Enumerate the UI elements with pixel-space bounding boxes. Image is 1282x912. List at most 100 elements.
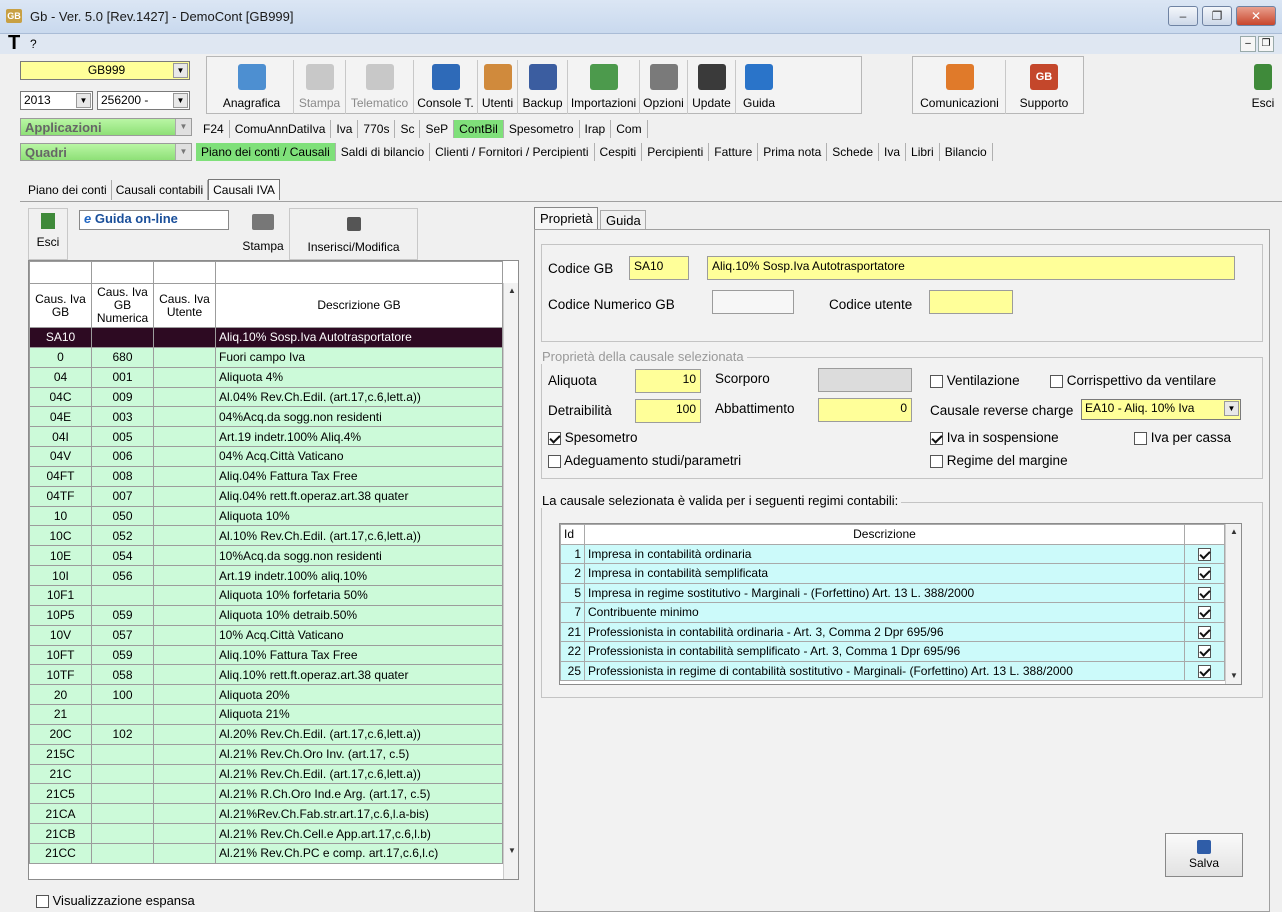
regimi-column-header[interactable] bbox=[1184, 524, 1225, 545]
column-header[interactable]: Descrizione GB bbox=[215, 283, 503, 328]
tab-piano-dei-conti[interactable]: Piano dei conti bbox=[24, 180, 112, 200]
quadro-clienti-fornitori-percipienti[interactable]: Clienti / Fornitori / Percipienti bbox=[430, 143, 595, 161]
app-770s[interactable]: 770s bbox=[358, 120, 396, 138]
aliquota-field[interactable]: 10 bbox=[635, 369, 701, 393]
table-row[interactable]: 04V 006 04% Acq.Città Vaticano bbox=[29, 446, 503, 467]
quadro-cespiti[interactable]: Cespiti bbox=[595, 143, 643, 161]
app-f24[interactable]: F24 bbox=[198, 120, 230, 138]
table-row[interactable]: 215C Al.21% Rev.Ch.Oro Inv. (art.17, c.5) bbox=[29, 743, 503, 765]
regime-row[interactable]: 1 Impresa in contabilità ordinaria bbox=[560, 543, 1225, 564]
quadro-saldi-di-bilancio[interactable]: Saldi di bilancio bbox=[336, 143, 431, 161]
supporto-button[interactable]: GB Supporto bbox=[1008, 60, 1080, 114]
close-button[interactable]: ✕ bbox=[1236, 6, 1276, 26]
quadri-select[interactable]: Quadri ▼ bbox=[20, 143, 192, 161]
update-button[interactable]: Update bbox=[688, 60, 736, 114]
telematico-button[interactable]: Telematico bbox=[346, 60, 414, 114]
tab-causali-contabili[interactable]: Causali contabili bbox=[112, 180, 209, 200]
quadro-piano-dei-conti-causali[interactable]: Piano dei conti / Causali bbox=[196, 143, 336, 161]
console-t-button[interactable]: Console T. bbox=[414, 60, 478, 114]
applicazioni-select[interactable]: Applicazioni ▼ bbox=[20, 118, 192, 136]
app-sc[interactable]: Sc bbox=[395, 120, 421, 138]
table-row[interactable]: 04E 003 04%Acq.da sogg.non residenti bbox=[29, 406, 503, 428]
backup-button[interactable]: Backup bbox=[518, 60, 568, 114]
table-row[interactable]: 10FT 059 Aliq.10% Fattura Tax Free bbox=[29, 644, 503, 666]
table-row[interactable]: 21CB Al.21% Rev.Ch.Cell.e App.art.17,c.6,… bbox=[29, 823, 503, 844]
regime-row[interactable]: 21 Professionista in contabilità ordinari… bbox=[560, 621, 1225, 642]
spesometro-checkbox[interactable]: Spesometro bbox=[548, 430, 638, 445]
table-row[interactable]: 21C Al.21% Rev.Ch.Edil. (art.17,c.6,lett.… bbox=[29, 763, 503, 785]
account-select[interactable]: 256200 - ▼ bbox=[97, 91, 190, 110]
scroll-down-icon[interactable]: ▼ bbox=[1226, 668, 1242, 684]
menu-t[interactable]: T bbox=[8, 32, 20, 55]
checkbox[interactable] bbox=[930, 374, 943, 388]
regime-row[interactable]: 25 Professionista in regime di contabilit… bbox=[560, 660, 1225, 681]
comunicazioni-button[interactable]: Comunicazioni bbox=[914, 60, 1006, 114]
checkbox[interactable] bbox=[930, 431, 943, 445]
adeguamento-checkbox[interactable]: Adeguamento studi/parametri bbox=[548, 453, 741, 468]
table-row[interactable]: 21C5 Al.21% R.Ch.Oro Ind.e Arg. (art.17, … bbox=[29, 783, 503, 805]
table-row[interactable]: 20C 102 Al.20% Rev.Ch.Edil. (art.17,c.6,le… bbox=[29, 723, 503, 745]
scroll-down-icon[interactable]: ▼ bbox=[504, 843, 520, 859]
iva-cassa-checkbox[interactable]: Iva per cassa bbox=[1134, 430, 1231, 445]
regime-row[interactable]: 2 Impresa in contabilità semplificata bbox=[560, 563, 1225, 584]
table-row[interactable]: 21CC Al.21% Rev.Ch.PC e comp. art.17,c.6,… bbox=[29, 842, 503, 864]
tab-proprieta[interactable]: Proprietà bbox=[534, 207, 598, 230]
regime-checkbox[interactable] bbox=[1198, 606, 1211, 620]
esci-button[interactable]: Esci bbox=[28, 208, 68, 260]
ventilazione-checkbox[interactable]: Ventilazione bbox=[930, 373, 1020, 388]
regime-checkbox[interactable] bbox=[1198, 645, 1211, 659]
salva-button[interactable]: Salva bbox=[1165, 833, 1243, 877]
scorporo-field[interactable] bbox=[818, 368, 912, 392]
regimi-scrollbar[interactable]: ▲ ▼ bbox=[1225, 524, 1241, 684]
table-row[interactable]: 10E 054 10%Acq.da sogg.non residenti bbox=[29, 545, 503, 567]
esci-top-button[interactable]: Esci bbox=[1246, 60, 1280, 114]
codice-utente-field[interactable] bbox=[929, 290, 1013, 314]
checkbox[interactable] bbox=[548, 431, 561, 445]
app-irap[interactable]: Irap bbox=[580, 120, 612, 138]
table-row[interactable]: 21 Aliquota 21% bbox=[29, 704, 503, 725]
abbattimento-field[interactable]: 0 bbox=[818, 398, 912, 422]
scroll-up-icon[interactable]: ▲ bbox=[504, 283, 520, 299]
mdi-restore-button[interactable]: ❐ bbox=[1258, 36, 1274, 52]
app-sep[interactable]: SeP bbox=[420, 120, 455, 138]
table-row[interactable]: 10F1 Aliquota 10% forfetaria 50% bbox=[29, 584, 503, 606]
app-contbil[interactable]: ContBil bbox=[454, 120, 504, 138]
table-scrollbar[interactable]: ▲ ▼ bbox=[503, 283, 518, 879]
visualizzazione-espansa-checkbox[interactable]: Visualizzazione espansa bbox=[36, 893, 195, 909]
table-row[interactable]: 04 001 Aliquota 4% bbox=[29, 366, 503, 388]
mdi-minimize-button[interactable]: – bbox=[1240, 36, 1256, 52]
utenti-button[interactable]: Utenti bbox=[478, 60, 518, 114]
codice-numerico-field[interactable] bbox=[712, 290, 794, 314]
table-row[interactable]: 20 100 Aliquota 20% bbox=[29, 684, 503, 706]
scroll-up-icon[interactable]: ▲ bbox=[1226, 524, 1242, 540]
minimize-button[interactable]: – bbox=[1168, 6, 1198, 26]
quadro-prima-nota[interactable]: Prima nota bbox=[758, 143, 828, 161]
table-row[interactable]: 10P5 059 Aliquota 10% detraib.50% bbox=[29, 604, 503, 626]
table-row[interactable]: 04I 005 Art.19 indetr.100% Aliq.4% bbox=[29, 426, 503, 448]
table-row[interactable]: 04C 009 Al.04% Rev.Ch.Edil. (art.17,c.6,le… bbox=[29, 386, 503, 408]
guida-button[interactable]: Guida bbox=[736, 60, 782, 114]
table-row[interactable]: SA10 Aliq.10% Sosp.Iva Autotrasportatore bbox=[29, 327, 503, 348]
table-row[interactable]: 04TF 007 Aliq.04% rett.ft.operaz.art.38 qu… bbox=[29, 485, 503, 507]
table-row[interactable]: 10V 057 10% Acq.Città Vaticano bbox=[29, 624, 503, 646]
app-comuanndatiiva[interactable]: ComuAnnDatiIva bbox=[230, 120, 332, 138]
reverse-charge-select[interactable]: EA10 - Aliq. 10% Iva ▼ bbox=[1081, 399, 1241, 420]
regimi-column-header[interactable]: Descrizione bbox=[584, 524, 1185, 545]
codice-gb-field[interactable]: SA10 bbox=[629, 256, 689, 280]
descrizione-gb-field[interactable]: Aliq.10% Sosp.Iva Autotrasportatore bbox=[707, 256, 1235, 280]
app-com[interactable]: Com bbox=[611, 120, 648, 138]
app-spesometro[interactable]: Spesometro bbox=[504, 120, 580, 138]
tab-causali-iva[interactable]: Causali IVA bbox=[208, 179, 280, 200]
quadro-iva[interactable]: Iva bbox=[879, 143, 907, 161]
column-header[interactable]: Caus. Iva Utente bbox=[153, 283, 216, 328]
checkbox[interactable] bbox=[930, 454, 943, 468]
regime-checkbox[interactable] bbox=[1198, 664, 1211, 678]
corrispettivo-checkbox[interactable]: Corrispettivo da ventilare bbox=[1050, 373, 1216, 388]
column-header[interactable]: Caus. Iva GB bbox=[29, 283, 92, 328]
regimi-column-header[interactable]: Id bbox=[560, 524, 585, 545]
quadro-percipienti[interactable]: Percipienti bbox=[642, 143, 710, 161]
table-row[interactable]: 10TF 058 Aliq.10% rett.ft.operaz.art.38 qu… bbox=[29, 664, 503, 686]
regime-checkbox[interactable] bbox=[1198, 625, 1211, 639]
column-header[interactable]: Caus. Iva GB Numerica bbox=[91, 283, 154, 328]
year-select[interactable]: 2013 ▼ bbox=[20, 91, 93, 110]
